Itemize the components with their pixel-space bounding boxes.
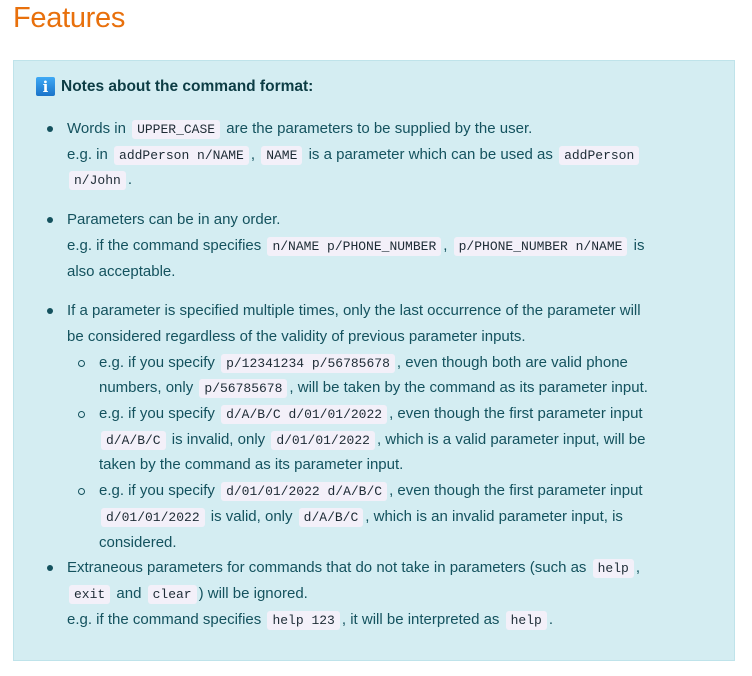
text: e.g. if you specify (99, 353, 220, 371)
inline-code: clear (147, 584, 197, 604)
note-line: e.g. in addPerson n/NAME, NAME is a para… (67, 143, 641, 167)
inline-code: NAME (261, 145, 303, 165)
text: are the parameters to be supplied by the… (222, 120, 533, 137)
inline-code: exit (69, 584, 111, 604)
inline-code: addPerson n/NAME (114, 145, 249, 165)
note-line: exit and clear) will be ignored. (67, 582, 308, 606)
text: , (443, 236, 452, 254)
note-line: e.g. if you specify p/12341234 p/5678567… (99, 351, 628, 375)
inline-code: p/56785678 (199, 379, 288, 399)
text: is a parameter which can be used as (304, 145, 558, 163)
inline-code: d/01/01/2022 d/A/B/C (221, 482, 388, 502)
text: e.g. if you specify (99, 482, 220, 500)
text: is invalid, only (167, 430, 270, 448)
note-line: Extraneous parameters for commands that … (67, 556, 640, 580)
inline-code: help (592, 559, 634, 579)
inline-code: UPPER_CASE (132, 120, 221, 139)
sub-bullet-icon (78, 359, 85, 367)
text: , even though both are valid phone (396, 353, 628, 371)
text: is (629, 236, 645, 254)
note-line: Words in UPPER_CASE are the parameters t… (67, 117, 532, 141)
inline-code: d/A/B/C (298, 507, 364, 527)
info-icon: i (36, 77, 55, 96)
bullet-icon (47, 565, 53, 572)
text: If a parameter is specified multiple tim… (67, 302, 641, 320)
text: numbers, only (99, 379, 198, 397)
text: taken by the command as its parameter in… (99, 456, 404, 474)
bullet-icon (47, 126, 53, 132)
text: , (635, 559, 640, 577)
text: ) will be ignored. (198, 584, 308, 602)
text: e.g. if you specify (99, 405, 220, 422)
text: , even though the first parameter input (389, 405, 643, 422)
inline-code: help 123 (267, 610, 340, 630)
inline-code: d/01/01/2022 (101, 507, 205, 527)
text: considered. (99, 533, 177, 551)
inline-code: d/A/B/C (101, 430, 166, 450)
inline-code: n/NAME p/PHONE_NUMBER (267, 236, 442, 256)
inline-code: help (505, 610, 547, 630)
text: is valid, only (206, 507, 297, 525)
note-line: taken by the command as its parameter in… (99, 453, 403, 477)
note-line: also acceptable. (67, 260, 175, 284)
text: . (127, 171, 132, 189)
text: , which is an invalid parameter input, i… (365, 507, 623, 525)
note-line: e.g. if the command specifies help 123, … (67, 608, 553, 632)
note-line: n/John. (67, 168, 132, 192)
note-title: Notes about the command format: (61, 77, 314, 95)
note-line: be considered regardless of the validity… (67, 325, 526, 349)
inline-code: p/PHONE_NUMBER n/NAME (453, 236, 628, 256)
note-line: If a parameter is specified multiple tim… (67, 299, 641, 323)
note-title-row: i Notes about the command format: (36, 77, 313, 96)
text: , which is a valid parameter input, will… (376, 430, 646, 448)
inline-code: n/John (69, 171, 126, 191)
text: Extraneous parameters for commands that … (67, 559, 591, 577)
text: and (112, 584, 146, 602)
sub-bullet-icon (78, 488, 85, 496)
text: Parameters can be in any order. (67, 211, 281, 229)
inline-code: p/12341234 p/56785678 (221, 353, 395, 373)
text: e.g. in (67, 145, 113, 163)
note-line: e.g. if you specify d/01/01/2022 d/A/B/C… (99, 479, 643, 503)
text: . (548, 610, 553, 628)
note-line: e.g. if the command specifies n/NAME p/P… (67, 234, 644, 258)
text: be considered regardless of the validity… (67, 327, 526, 345)
page-heading: Features (13, 2, 126, 34)
text: , (250, 145, 260, 163)
note-line: d/A/B/C is invalid, only d/01/01/2022, w… (99, 428, 645, 452)
text: e.g. if the command specifies (67, 610, 266, 628)
note-callout: i Notes about the command format: Words … (13, 60, 735, 661)
text: , will be taken by the command as its pa… (289, 379, 648, 397)
bullet-icon (47, 217, 53, 224)
text: , even though the first parameter input (389, 482, 643, 500)
note-line: numbers, only p/56785678, will be taken … (99, 376, 648, 400)
sub-bullet-icon (78, 411, 85, 418)
note-line: e.g. if you specify d/A/B/C d/01/01/2022… (99, 402, 643, 426)
text: , it will be interpreted as (341, 610, 504, 628)
inline-code: d/01/01/2022 (271, 430, 375, 450)
text: Words in (67, 120, 131, 137)
note-line: d/01/01/2022 is valid, only d/A/B/C, whi… (99, 505, 623, 529)
inline-code: d/A/B/C d/01/01/2022 (221, 405, 388, 424)
note-line: considered. (99, 531, 177, 555)
text: also acceptable. (67, 262, 176, 280)
inline-code: addPerson (559, 145, 640, 165)
bullet-icon (47, 308, 53, 315)
text: e.g. if the command specifies (67, 236, 266, 254)
note-line: Parameters can be in any order. (67, 208, 280, 232)
